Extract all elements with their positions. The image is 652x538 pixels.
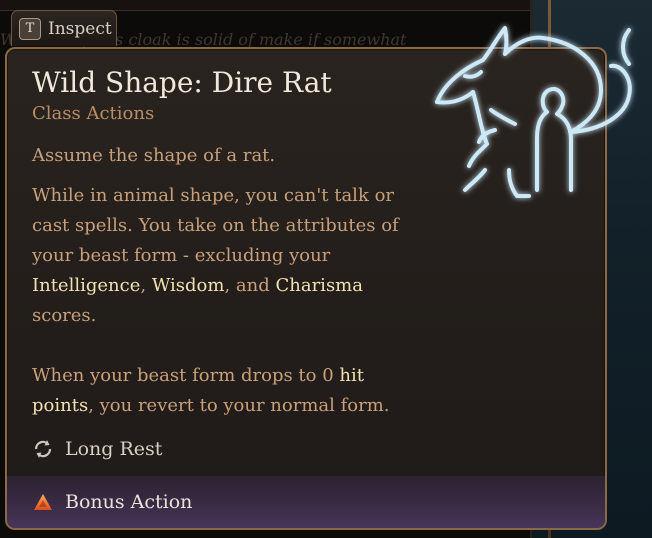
description-line: While in animal shape, you can't talk or bbox=[32, 185, 395, 206]
keyword-wisdom[interactable]: Wisdom bbox=[152, 275, 225, 296]
hp-line: When your beast form drops to 0 hit bbox=[32, 365, 364, 386]
keyword-charisma[interactable]: Charisma bbox=[275, 275, 363, 296]
attributes-line: Intelligence, Wisdom, and Charisma bbox=[32, 275, 363, 296]
description-line: cast spells. You take on the attributes … bbox=[32, 215, 399, 236]
hp-line: points, you revert to your normal form. bbox=[32, 395, 390, 416]
tooltip-subtitle: Class Actions bbox=[32, 103, 155, 124]
description-line: scores. bbox=[32, 305, 97, 326]
keyword-hit-points[interactable]: hit bbox=[339, 365, 364, 386]
triangle-icon bbox=[34, 494, 52, 510]
dire-rat-emblem-icon bbox=[435, 26, 632, 198]
inspect-button[interactable]: T Inspect bbox=[11, 10, 117, 46]
description-line: your beast form - excluding your bbox=[32, 245, 331, 266]
refresh-icon bbox=[34, 440, 52, 458]
keyword-intelligence[interactable]: Intelligence bbox=[32, 275, 140, 296]
recharge-row: Long Rest bbox=[32, 438, 162, 460]
recharge-label: Long Rest bbox=[65, 438, 163, 460]
action-cost-footer: Bonus Action bbox=[7, 476, 605, 528]
keybind-badge: T bbox=[19, 17, 41, 40]
tooltip-title: Wild Shape: Dire Rat bbox=[32, 66, 332, 99]
action-cost-label: Bonus Action bbox=[65, 491, 193, 513]
summary-text: Assume the shape of a rat. bbox=[32, 145, 276, 166]
keyword-hit-points[interactable]: points bbox=[32, 395, 88, 416]
inspect-label: Inspect bbox=[48, 18, 112, 39]
